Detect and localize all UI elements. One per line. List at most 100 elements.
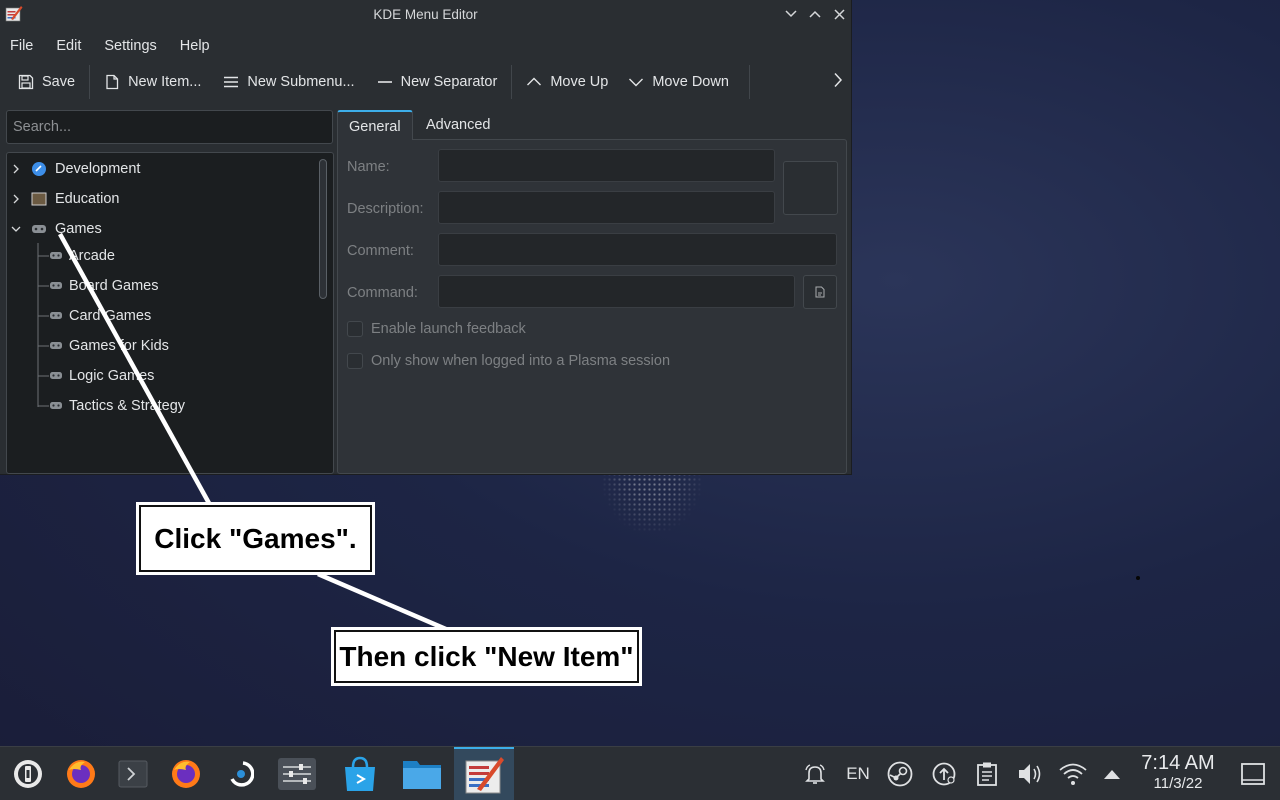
digital-clock[interactable]: 7:14 AM 11/3/22 xyxy=(1133,752,1223,792)
tree-label: Tactics & Strategy xyxy=(69,398,186,414)
show-desktop-icon xyxy=(1241,763,1265,785)
development-icon xyxy=(32,162,46,176)
command-field[interactable] xyxy=(438,275,795,308)
gamepad-icon xyxy=(50,312,62,319)
tab-advanced[interactable]: Advanced xyxy=(415,110,502,140)
plasma-only-checkbox[interactable] xyxy=(347,353,363,369)
tree-item-games[interactable]: Games xyxy=(11,215,102,243)
move-up-button[interactable]: Move Up xyxy=(522,66,612,98)
new-separator-label: New Separator xyxy=(400,74,498,90)
tree-item-logic-games[interactable]: Logic Games xyxy=(49,362,154,390)
tree-item-board-games[interactable]: Board Games xyxy=(49,272,158,300)
file-open-icon xyxy=(815,286,825,298)
launch-feedback-checkbox-row[interactable]: Enable launch feedback xyxy=(347,321,526,337)
network-tray-button[interactable] xyxy=(1056,747,1090,800)
tab-general[interactable]: General xyxy=(337,110,413,140)
steam-tray-button[interactable] xyxy=(884,747,916,800)
general-panel: Name: Description: Comment: Command: Ena… xyxy=(337,139,847,474)
chevron-right-icon[interactable] xyxy=(11,164,21,174)
notifications-button[interactable] xyxy=(800,747,830,800)
gamepad-icon xyxy=(50,402,62,409)
menu-settings[interactable]: Settings xyxy=(104,38,156,54)
tree-item-tactics-strategy[interactable]: Tactics & Strategy xyxy=(49,392,185,420)
tree-item-development[interactable]: Development xyxy=(11,155,140,183)
wallpaper-dots xyxy=(602,472,702,532)
tray-expand-button[interactable] xyxy=(1100,747,1124,800)
tree-item-education[interactable]: Education xyxy=(11,185,120,213)
properties-tabs: Name: Description: Comment: Command: Ena… xyxy=(337,110,847,474)
firefox-icon xyxy=(172,760,200,788)
menubar: File Edit Settings Help xyxy=(0,29,851,62)
tree-label: Card Games xyxy=(69,308,152,324)
menu-help[interactable]: Help xyxy=(180,38,210,54)
bell-icon xyxy=(805,764,825,784)
toolbar-separator xyxy=(511,65,513,99)
close-icon xyxy=(833,8,845,20)
tree-scrollbar[interactable] xyxy=(317,157,329,471)
comment-label: Comment: xyxy=(347,243,414,259)
plasma-only-label: Only show when logged into a Plasma sess… xyxy=(371,353,671,369)
volume-tray-button[interactable] xyxy=(1014,747,1046,800)
search-input[interactable] xyxy=(6,110,333,144)
taskbar-firefox-button[interactable] xyxy=(58,747,104,800)
update-tray-button[interactable] xyxy=(928,747,960,800)
clipboard-tray-button[interactable] xyxy=(972,747,1002,800)
browse-command-button[interactable] xyxy=(803,275,837,309)
save-label: Save xyxy=(42,74,76,90)
taskbar-steam-running-button[interactable] xyxy=(218,747,264,800)
save-button[interactable]: Save xyxy=(14,66,79,98)
new-separator-button[interactable]: New Separator xyxy=(373,66,502,98)
tree-label: Arcade xyxy=(69,248,115,264)
taskbar-discover-button[interactable] xyxy=(336,747,384,800)
menu-file[interactable]: File xyxy=(10,38,33,54)
tree-label: Logic Games xyxy=(69,368,155,384)
taskbar-settings-button[interactable] xyxy=(272,747,322,800)
maximize-button[interactable] xyxy=(807,6,823,22)
launch-feedback-checkbox[interactable] xyxy=(347,321,363,337)
tree-label: Games xyxy=(55,221,102,237)
education-icon xyxy=(31,192,47,206)
description-field[interactable] xyxy=(438,191,775,224)
new-item-button[interactable]: New Item... xyxy=(100,66,205,98)
taskbar: EN 7:14 AM 11/3/22 xyxy=(0,746,1280,800)
show-desktop-button[interactable] xyxy=(1236,747,1270,800)
application-launcher-button[interactable] xyxy=(6,747,50,800)
tree-item-arcade[interactable]: Arcade xyxy=(49,242,115,270)
chevron-up-icon xyxy=(809,10,821,18)
chevron-down-icon xyxy=(785,10,797,18)
gamepad-icon xyxy=(50,372,62,379)
minimize-button[interactable] xyxy=(783,6,799,22)
terminal-icon xyxy=(118,760,148,788)
clipboard-icon xyxy=(977,762,997,786)
titlebar[interactable]: KDE Menu Editor xyxy=(0,0,851,29)
steam-icon xyxy=(887,761,913,787)
gamepad-icon xyxy=(32,225,46,233)
comment-field[interactable] xyxy=(438,233,837,266)
taskbar-menu-editor-button[interactable] xyxy=(454,747,514,800)
description-label: Description: xyxy=(347,201,424,217)
tree-item-card-games[interactable]: Card Games xyxy=(49,302,151,330)
taskbar-dolphin-button[interactable] xyxy=(396,747,448,800)
close-button[interactable] xyxy=(831,6,847,22)
update-icon xyxy=(932,762,956,786)
icon-picker-button[interactable] xyxy=(783,161,838,215)
keyboard-layout-indicator[interactable]: EN xyxy=(842,747,874,800)
scrollbar-thumb[interactable] xyxy=(319,159,327,299)
chevron-down-icon[interactable] xyxy=(11,224,21,234)
chevron-right-icon[interactable] xyxy=(11,194,21,204)
wallpaper-speck xyxy=(1136,576,1140,580)
system-settings-icon xyxy=(278,758,316,790)
move-down-button[interactable]: Move Down xyxy=(624,66,733,98)
launch-feedback-label: Enable launch feedback xyxy=(371,321,526,337)
plasma-only-checkbox-row[interactable]: Only show when logged into a Plasma sess… xyxy=(347,353,670,369)
tree-item-games-for-kids[interactable]: Games for Kids xyxy=(49,332,169,360)
taskbar-konsole-button[interactable] xyxy=(110,747,156,800)
kde-menu-editor-window: KDE Menu Editor File Edit Settings Help … xyxy=(0,0,852,475)
name-field[interactable] xyxy=(438,149,775,182)
new-submenu-button[interactable]: New Submenu... xyxy=(219,66,358,98)
taskbar-firefox-2-button[interactable] xyxy=(163,747,209,800)
move-up-label: Move Up xyxy=(550,74,609,90)
folder-icon xyxy=(403,761,441,789)
menu-edit[interactable]: Edit xyxy=(56,38,81,54)
toolbar-overflow-button[interactable] xyxy=(833,72,843,93)
